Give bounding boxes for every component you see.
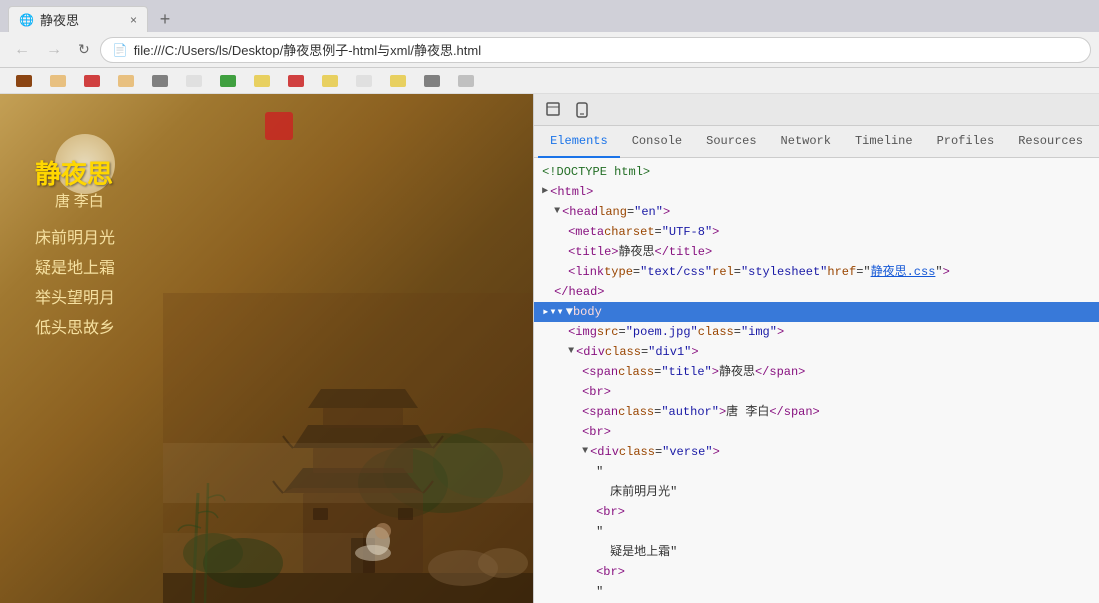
tab-resources[interactable]: Resources xyxy=(1006,126,1095,158)
poem-line-4: 低头思故乡 xyxy=(35,314,115,344)
bookmark-color-13 xyxy=(424,75,440,87)
devtools-tabs: Elements Console Sources Network Timelin… xyxy=(534,126,1099,158)
webpage-panel: 静夜思 唐 李白 床前明月光 疑是地上霜 举头望明月 低头思故乡 xyxy=(0,94,533,603)
device-mode-button[interactable] xyxy=(570,98,594,122)
red-seal xyxy=(265,112,293,140)
code-br-v2[interactable]: <br> xyxy=(534,562,1099,582)
bookmark-color-1 xyxy=(16,75,32,87)
tab-close-button[interactable]: × xyxy=(130,13,137,27)
inspect-element-button[interactable] xyxy=(542,98,566,122)
url-text: file:///C:/Users/ls/Desktop/静夜思例子-html与x… xyxy=(134,40,481,59)
address-bar[interactable]: 📄 file:///C:/Users/ls/Desktop/静夜思例子-html… xyxy=(100,37,1091,63)
code-br-1[interactable]: <br> xyxy=(534,382,1099,402)
tab-timeline[interactable]: Timeline xyxy=(843,126,925,158)
building-illustration xyxy=(163,293,533,603)
refresh-button[interactable]: ↻ xyxy=(72,37,96,62)
code-meta[interactable]: <meta charset="UTF-8"> xyxy=(534,222,1099,242)
bookmark-color-4 xyxy=(118,75,134,87)
bookmark-13[interactable] xyxy=(416,71,448,91)
code-body[interactable]: ▸▾▾ ▼ body xyxy=(534,302,1099,322)
new-tab-button[interactable]: + xyxy=(152,6,178,32)
poem-background: 静夜思 唐 李白 床前明月光 疑是地上霜 举头望明月 低头思故乡 xyxy=(0,94,533,603)
bookmark-5[interactable] xyxy=(144,71,176,91)
code-text-quote3[interactable]: " xyxy=(534,582,1099,602)
bookmark-8[interactable] xyxy=(246,71,278,91)
page-icon: 📄 xyxy=(113,43,128,57)
poem-line-1: 床前明月光 xyxy=(35,224,115,254)
tab-elements[interactable]: Elements xyxy=(538,126,620,158)
code-br-v1[interactable]: <br> xyxy=(534,502,1099,522)
tab-title: 静夜思 xyxy=(40,10,79,29)
code-text-quote2[interactable]: " xyxy=(534,522,1099,542)
code-text-line2[interactable]: 疑是地上霜" xyxy=(534,542,1099,562)
tab-bar: 🌐 静夜思 × + xyxy=(0,0,1099,32)
forward-button[interactable]: → xyxy=(40,37,68,63)
bookmark-color-8 xyxy=(254,75,270,87)
poem-lines: 床前明月光 疑是地上霜 举头望明月 低头思故乡 xyxy=(35,224,115,344)
code-span-author[interactable]: <span class="author">唐 李白</span> xyxy=(534,402,1099,422)
bookmark-color-7 xyxy=(220,75,236,87)
tab-network[interactable]: Network xyxy=(769,126,843,158)
bookmark-color-10 xyxy=(322,75,338,87)
poem-line-2: 疑是地上霜 xyxy=(35,254,115,284)
bookmark-color-5 xyxy=(152,75,168,87)
bookmark-color-14 xyxy=(458,75,474,87)
code-br-2[interactable]: <br> xyxy=(534,422,1099,442)
code-html-open[interactable]: ▶<html> xyxy=(534,182,1099,202)
bookmark-7[interactable] xyxy=(212,71,244,91)
code-text-line1[interactable]: 床前明月光" xyxy=(534,482,1099,502)
tab-favicon: 🌐 xyxy=(19,13,34,27)
code-div1-open[interactable]: ▼<div class="div1"> xyxy=(534,342,1099,362)
main-content: 静夜思 唐 李白 床前明月光 疑是地上霜 举头望明月 低头思故乡 xyxy=(0,94,1099,603)
bookmark-color-12 xyxy=(390,75,406,87)
devtools-code-view[interactable]: <!DOCTYPE html> ▶<html> ▼<head lang="en"… xyxy=(534,158,1099,603)
code-img[interactable]: <img src="poem.jpg" class="img"> xyxy=(534,322,1099,342)
code-text-quote1[interactable]: " xyxy=(534,462,1099,482)
tab-sources[interactable]: Sources xyxy=(694,126,768,158)
poem-line-3: 举头望明月 xyxy=(35,284,115,314)
poem-title: 静夜思 xyxy=(35,154,113,191)
bookmark-2[interactable] xyxy=(42,71,74,91)
code-span-title[interactable]: <span class="title">静夜思</span> xyxy=(534,362,1099,382)
bookmark-12[interactable] xyxy=(382,71,414,91)
bookmarks-bar xyxy=(0,68,1099,94)
bookmark-3[interactable] xyxy=(76,71,108,91)
code-link[interactable]: <link type="text/css" rel="stylesheet" h… xyxy=(534,262,1099,282)
bookmark-color-3 xyxy=(84,75,100,87)
bookmark-10[interactable] xyxy=(314,71,346,91)
code-head-close[interactable]: </head> xyxy=(534,282,1099,302)
bookmark-1[interactable] xyxy=(8,71,40,91)
code-title[interactable]: <title>静夜思</title> xyxy=(534,242,1099,262)
bookmark-9[interactable] xyxy=(280,71,312,91)
code-doctype[interactable]: <!DOCTYPE html> xyxy=(534,162,1099,182)
bookmark-14[interactable] xyxy=(450,71,482,91)
devtools-toolbar xyxy=(534,94,1099,126)
code-div-verse-open[interactable]: ▼<div class="verse"> xyxy=(534,442,1099,462)
browser-chrome: 🌐 静夜思 × + ← → ↻ 📄 file:///C:/Users/ls/De… xyxy=(0,0,1099,94)
bookmark-color-2 xyxy=(50,75,66,87)
bookmark-11[interactable] xyxy=(348,71,380,91)
back-button[interactable]: ← xyxy=(8,37,36,63)
active-tab[interactable]: 🌐 静夜思 × xyxy=(8,6,148,32)
bookmark-6[interactable] xyxy=(178,71,210,91)
code-head-open[interactable]: ▼<head lang="en"> xyxy=(534,202,1099,222)
bookmark-color-11 xyxy=(356,75,372,87)
poem-author: 唐 李白 xyxy=(55,190,104,211)
devtools-panel: Elements Console Sources Network Timelin… xyxy=(533,94,1099,603)
nav-bar: ← → ↻ 📄 file:///C:/Users/ls/Desktop/静夜思例… xyxy=(0,32,1099,68)
bookmark-color-9 xyxy=(288,75,304,87)
tab-console[interactable]: Console xyxy=(620,126,694,158)
tab-profiles[interactable]: Profiles xyxy=(925,126,1007,158)
bookmark-4[interactable] xyxy=(110,71,142,91)
bookmark-color-6 xyxy=(186,75,202,87)
